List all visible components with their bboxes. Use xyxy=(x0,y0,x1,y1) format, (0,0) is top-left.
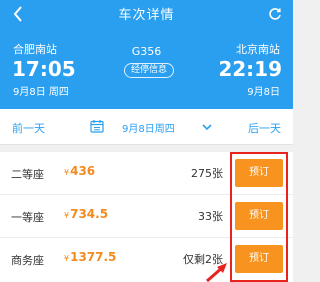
arrival-station: 北京南站 xyxy=(236,43,280,56)
seat-price: ¥734.5 xyxy=(64,207,108,221)
refresh-button[interactable] xyxy=(264,3,286,25)
page-title: 车次详情 xyxy=(118,8,175,23)
prev-day-button[interactable]: 前一天 xyxy=(12,120,45,136)
date-bar: 前一天 9月8日周四 后一天 xyxy=(0,109,293,145)
current-date[interactable]: 9月8日周四 xyxy=(122,120,175,135)
seat-name: 商务座 xyxy=(11,254,44,267)
seat-name: 一等座 xyxy=(11,211,44,224)
chevron-down-icon[interactable] xyxy=(200,120,214,134)
departure-time: 17:05 xyxy=(12,57,76,81)
book-button[interactable]: 预订 xyxy=(235,245,283,273)
seat-list: 二等座 ¥436 275张 预订 一等座 ¥734.5 33张 预订 商务座 ¥… xyxy=(0,152,293,282)
arrow-annotation-icon xyxy=(206,263,227,282)
seat-row-first-class: 一等座 ¥734.5 33张 预订 xyxy=(0,195,293,238)
top-bar: 车次详情 xyxy=(0,0,293,28)
currency-symbol: ¥ xyxy=(64,254,70,263)
arrival-date: 9月8日 xyxy=(247,87,280,98)
book-button[interactable]: 预订 xyxy=(235,202,283,230)
seat-price: ¥1377.5 xyxy=(64,250,116,264)
calendar-icon[interactable] xyxy=(90,119,104,133)
price-value: 1377.5 xyxy=(70,250,117,264)
seat-row-business-class: 商务座 ¥1377.5 仅剩2张 预订 xyxy=(0,238,293,281)
seat-row-second-class: 二等座 ¥436 275张 预订 xyxy=(0,152,293,195)
seat-count: 275张 xyxy=(191,167,223,180)
price-value: 734.5 xyxy=(70,207,109,221)
departure-date: 9月8日 周四 xyxy=(13,87,69,98)
book-button[interactable]: 预订 xyxy=(235,159,283,187)
seat-count: 33张 xyxy=(198,210,223,223)
arrival-time: 22:19 xyxy=(218,57,282,81)
seat-name: 二等座 xyxy=(11,168,44,181)
refresh-icon xyxy=(269,8,281,20)
stops-info-button[interactable]: 经停信息 xyxy=(124,63,174,78)
train-header: 车次详情 合肥南站 17:05 9月8日 周四 G356 经停信息 北京南站 2… xyxy=(0,0,293,109)
seat-price: ¥436 xyxy=(64,164,95,178)
currency-symbol: ¥ xyxy=(64,168,70,177)
currency-symbol: ¥ xyxy=(64,211,70,220)
next-day-button[interactable]: 后一天 xyxy=(248,120,281,136)
price-value: 436 xyxy=(70,164,96,178)
